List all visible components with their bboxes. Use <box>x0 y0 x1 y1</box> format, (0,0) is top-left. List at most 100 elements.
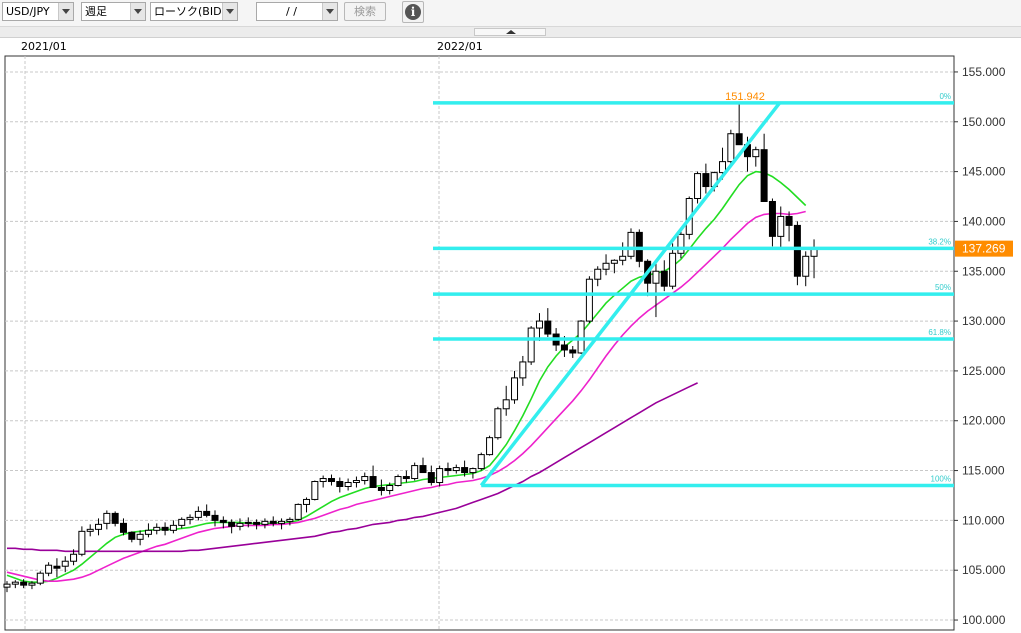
candle-body <box>103 512 111 524</box>
candle-body <box>394 476 402 487</box>
candle-body <box>211 514 219 521</box>
fibo-level-label: 61.8% <box>928 328 951 337</box>
candle-body <box>727 133 735 163</box>
candle-body <box>785 215 793 226</box>
candle-body <box>86 528 94 532</box>
candle-body <box>419 465 427 474</box>
candle-body <box>78 530 86 555</box>
candle-body <box>444 468 452 472</box>
candle-body <box>327 478 335 483</box>
candle-body <box>70 553 78 562</box>
candle-body <box>461 467 469 474</box>
candle-body <box>319 478 327 483</box>
y-tick-label: 130.000 <box>962 314 1006 328</box>
candle-body <box>244 521 252 524</box>
candle-body <box>228 521 236 527</box>
candle-body <box>610 259 618 264</box>
fibo-level-label: 0% <box>939 92 951 101</box>
current-price-label: 137.269 <box>962 242 1006 256</box>
candle-body <box>28 582 36 586</box>
candle-body <box>619 255 627 261</box>
candle-body <box>169 524 177 531</box>
candle-body <box>236 522 244 527</box>
candle-body <box>344 482 352 487</box>
candle-body <box>802 255 810 277</box>
candle-body <box>278 520 286 524</box>
plot-area <box>4 55 955 631</box>
candle-body <box>544 320 552 335</box>
candle-body <box>303 498 311 505</box>
y-tick-label: 115.000 <box>962 464 1005 478</box>
fibo-level-label: 50% <box>935 283 951 292</box>
candle-body <box>577 320 585 354</box>
candle-body <box>336 481 344 488</box>
candle-body <box>3 583 11 588</box>
candle-body <box>735 133 743 146</box>
candle-body <box>119 522 127 533</box>
candle-body <box>535 320 543 329</box>
candle-body <box>560 344 568 351</box>
candle-body <box>519 361 527 379</box>
candle-body <box>694 173 702 200</box>
candle-body <box>153 526 161 531</box>
candle-body <box>219 519 227 523</box>
candle-body <box>20 581 28 586</box>
candle-body <box>402 476 410 480</box>
candle-body <box>511 377 519 401</box>
y-tick-label: 150.000 <box>962 115 1006 129</box>
y-tick-label: 140.000 <box>962 214 1006 228</box>
candle-body <box>128 531 136 540</box>
fibo-level-label: 100% <box>931 475 951 484</box>
candle-body <box>477 454 485 470</box>
candle-body <box>61 560 69 567</box>
candle-body <box>369 476 377 488</box>
candle-body <box>311 481 319 500</box>
candle-body <box>178 518 186 526</box>
y-tick-label: 145.000 <box>962 165 1006 179</box>
candle-body <box>669 252 677 287</box>
candle-body <box>502 399 510 410</box>
candle-body <box>294 503 302 520</box>
candle-body <box>286 518 294 522</box>
y-tick-label: 105.000 <box>962 563 1006 577</box>
candle-body <box>702 173 710 188</box>
candle-body <box>269 520 277 524</box>
candle-body <box>677 233 685 254</box>
price-chart[interactable]: 0% 38.2% 50% 61.8% 100% 151.942 100.000 105.00… <box>0 0 1021 633</box>
candle-body <box>136 533 144 540</box>
candle-body <box>377 486 385 491</box>
candle-body <box>602 262 610 270</box>
y-tick-label: 110.000 <box>962 513 1005 527</box>
candle-body <box>186 516 194 520</box>
candle-body <box>486 437 494 456</box>
candle-body <box>494 408 502 439</box>
candle-body <box>11 581 19 585</box>
candle-body <box>95 523 103 530</box>
fibo-level-label: 38.2% <box>928 237 951 246</box>
y-tick-label: 125.000 <box>962 364 1006 378</box>
candle-body <box>45 564 53 574</box>
candle-body <box>253 521 261 525</box>
candle-body <box>768 200 776 237</box>
candle-body <box>436 468 444 484</box>
candle-body <box>53 565 61 569</box>
candle-body <box>386 485 394 491</box>
high-price-label: 151.942 <box>725 91 765 103</box>
candle-body <box>203 510 211 516</box>
candle-body <box>594 268 602 280</box>
candle-body <box>452 467 460 472</box>
candle-body <box>585 278 593 322</box>
candle-body <box>793 224 801 277</box>
candle-body <box>261 520 269 525</box>
candle-body <box>752 149 760 158</box>
candle-body <box>111 512 119 524</box>
candle-body <box>427 472 435 484</box>
y-tick-label: 135.000 <box>962 264 1006 278</box>
candle-body <box>411 465 419 480</box>
candle-body <box>777 215 785 237</box>
candle-body <box>469 468 477 474</box>
candle-body <box>36 572 44 584</box>
candle-body <box>569 349 577 354</box>
y-tick-label: 155.000 <box>962 65 1006 79</box>
candle-body <box>352 480 360 484</box>
